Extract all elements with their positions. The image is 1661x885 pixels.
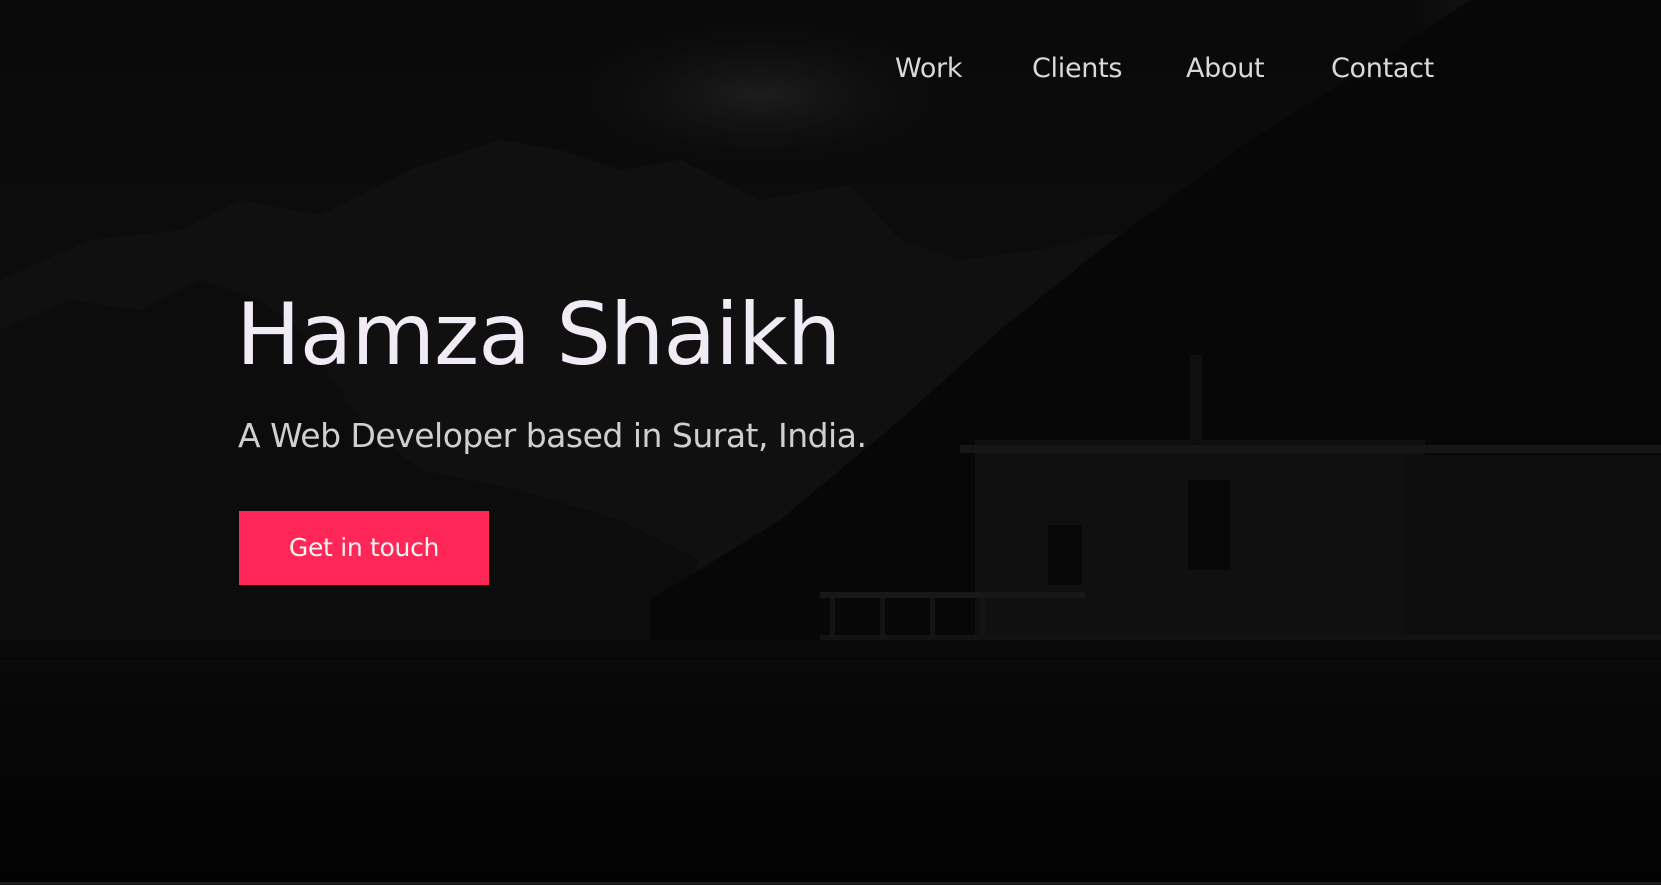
top-navigation: Work Clients About Contact xyxy=(0,52,1661,92)
nav-link-work[interactable]: Work xyxy=(895,52,962,86)
hero-name-heading: Hamza Shaikh xyxy=(236,285,841,385)
hero-section: Work Clients About Contact Hamza Shaikh … xyxy=(0,0,1661,885)
nav-link-about[interactable]: About xyxy=(1186,52,1265,86)
nav-link-clients[interactable]: Clients xyxy=(1032,52,1122,86)
get-in-touch-button[interactable]: Get in touch xyxy=(239,511,489,585)
nav-link-contact[interactable]: Contact xyxy=(1331,52,1434,86)
hero-tagline: A Web Developer based in Surat, India. xyxy=(238,416,867,455)
